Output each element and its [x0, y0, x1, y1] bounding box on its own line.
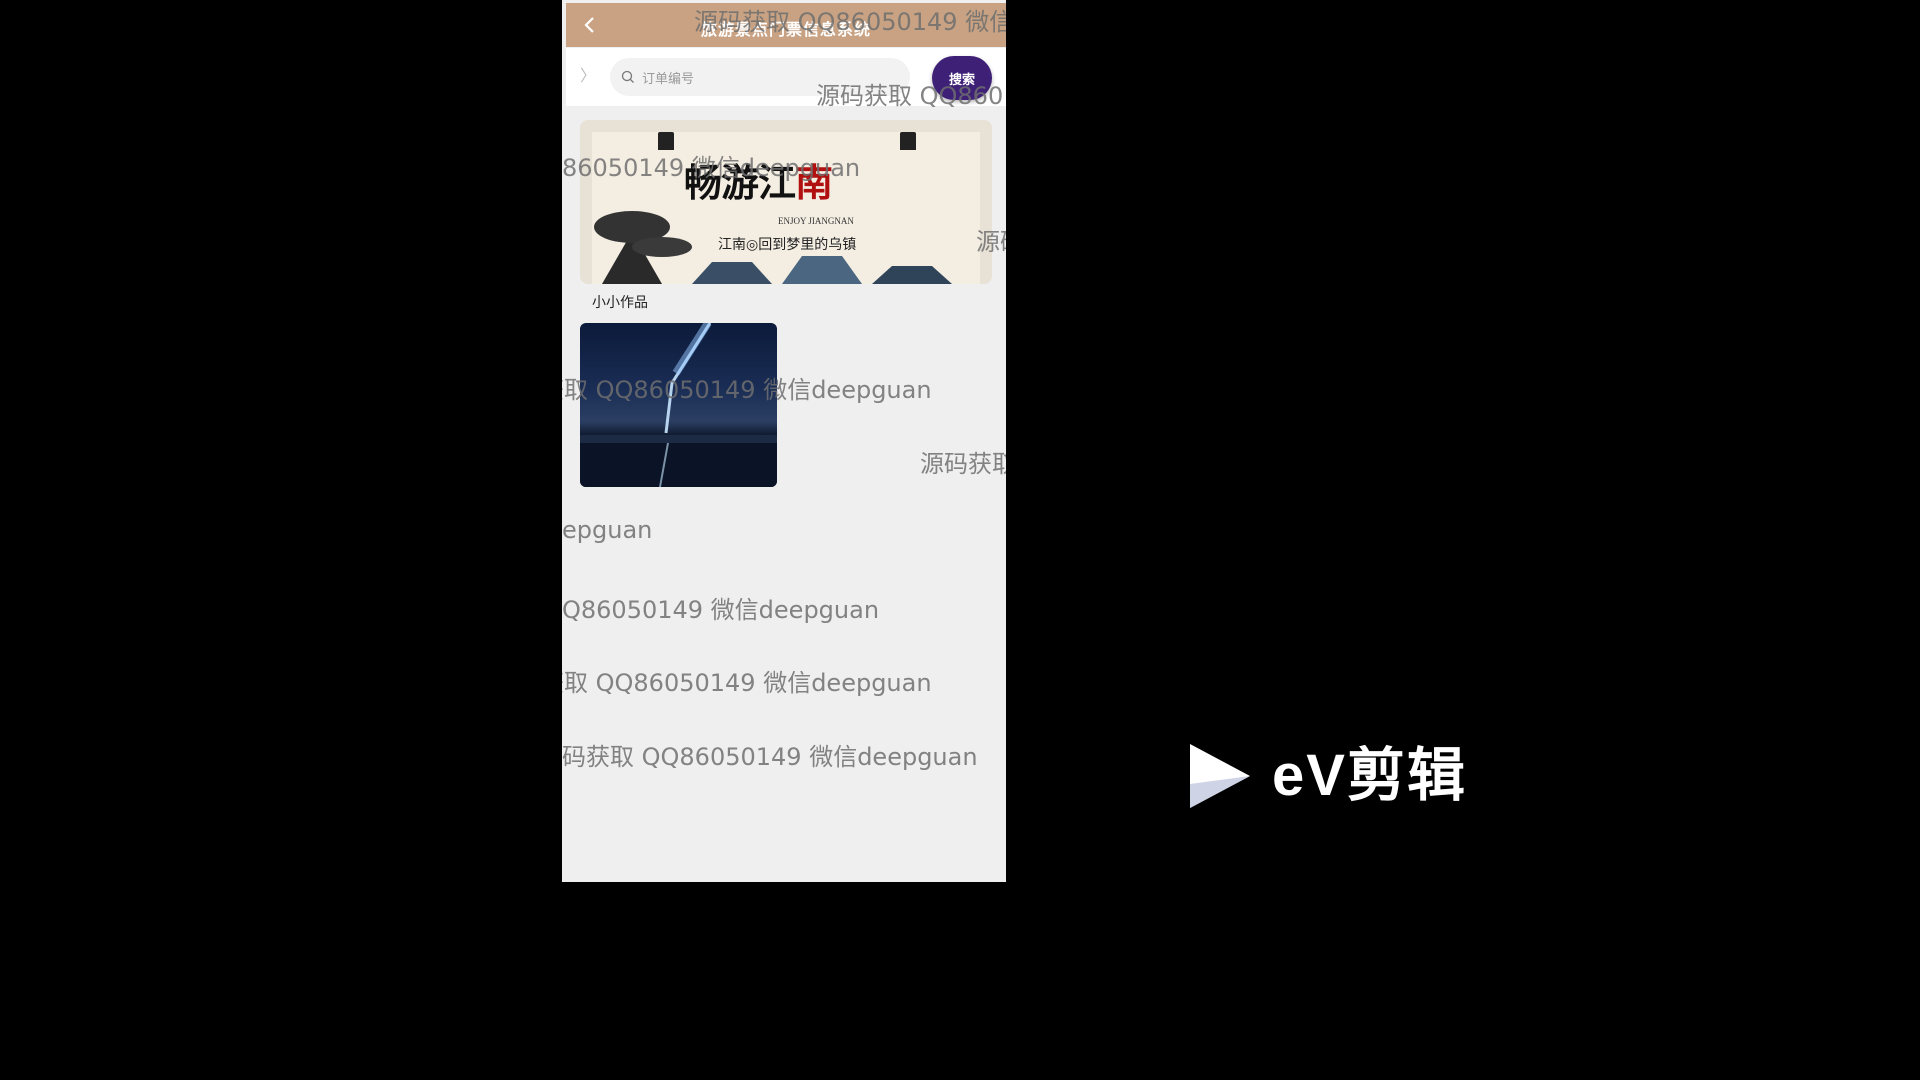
- phone-screen: 旅游景点门票信息系统 〉 搜索 畅游江南: [562, 0, 1006, 882]
- watermark-text: 源码获取: [920, 450, 1006, 478]
- watermark-text: 源码: [976, 228, 1006, 256]
- watermark-text: 码获取 QQ86050149 微信deepguan: [562, 743, 978, 771]
- banner-image[interactable]: 畅游江南 ENJOY JIANGNAN 江南◎回到梦里的乌镇: [580, 120, 992, 284]
- watermark-text: Q86050149 微信deepguan: [562, 596, 880, 624]
- watermark-text: 源码获取 QQ86050149 微信: [694, 8, 1006, 36]
- binder-clip-icon: [900, 132, 916, 150]
- section-title: 小小作品: [592, 294, 648, 310]
- product-card-image[interactable]: [580, 323, 777, 487]
- night-sky-photo: [580, 323, 777, 487]
- chevron-right-icon[interactable]: 〉: [580, 68, 596, 84]
- watermark-text: epguan: [562, 516, 653, 544]
- watermark-text: 86050149 微信deepguan: [562, 154, 861, 182]
- play-logo-icon: [1190, 744, 1250, 808]
- banner-subtitle-en: ENJOY JIANGNAN: [778, 216, 854, 226]
- banner-subtitle-cn: 江南◎回到梦里的乌镇: [718, 237, 857, 253]
- watermark-text: 源码获取 QQ860: [816, 82, 1004, 110]
- ev-editor-logo: eV剪辑: [1184, 740, 1484, 812]
- watermark-text: 获取 QQ86050149 微信deepguan: [562, 669, 932, 697]
- logo-text: eV剪辑: [1272, 743, 1467, 808]
- search-icon: [621, 70, 634, 83]
- watermark-text: 获取 QQ86050149 微信deepguan: [562, 376, 932, 404]
